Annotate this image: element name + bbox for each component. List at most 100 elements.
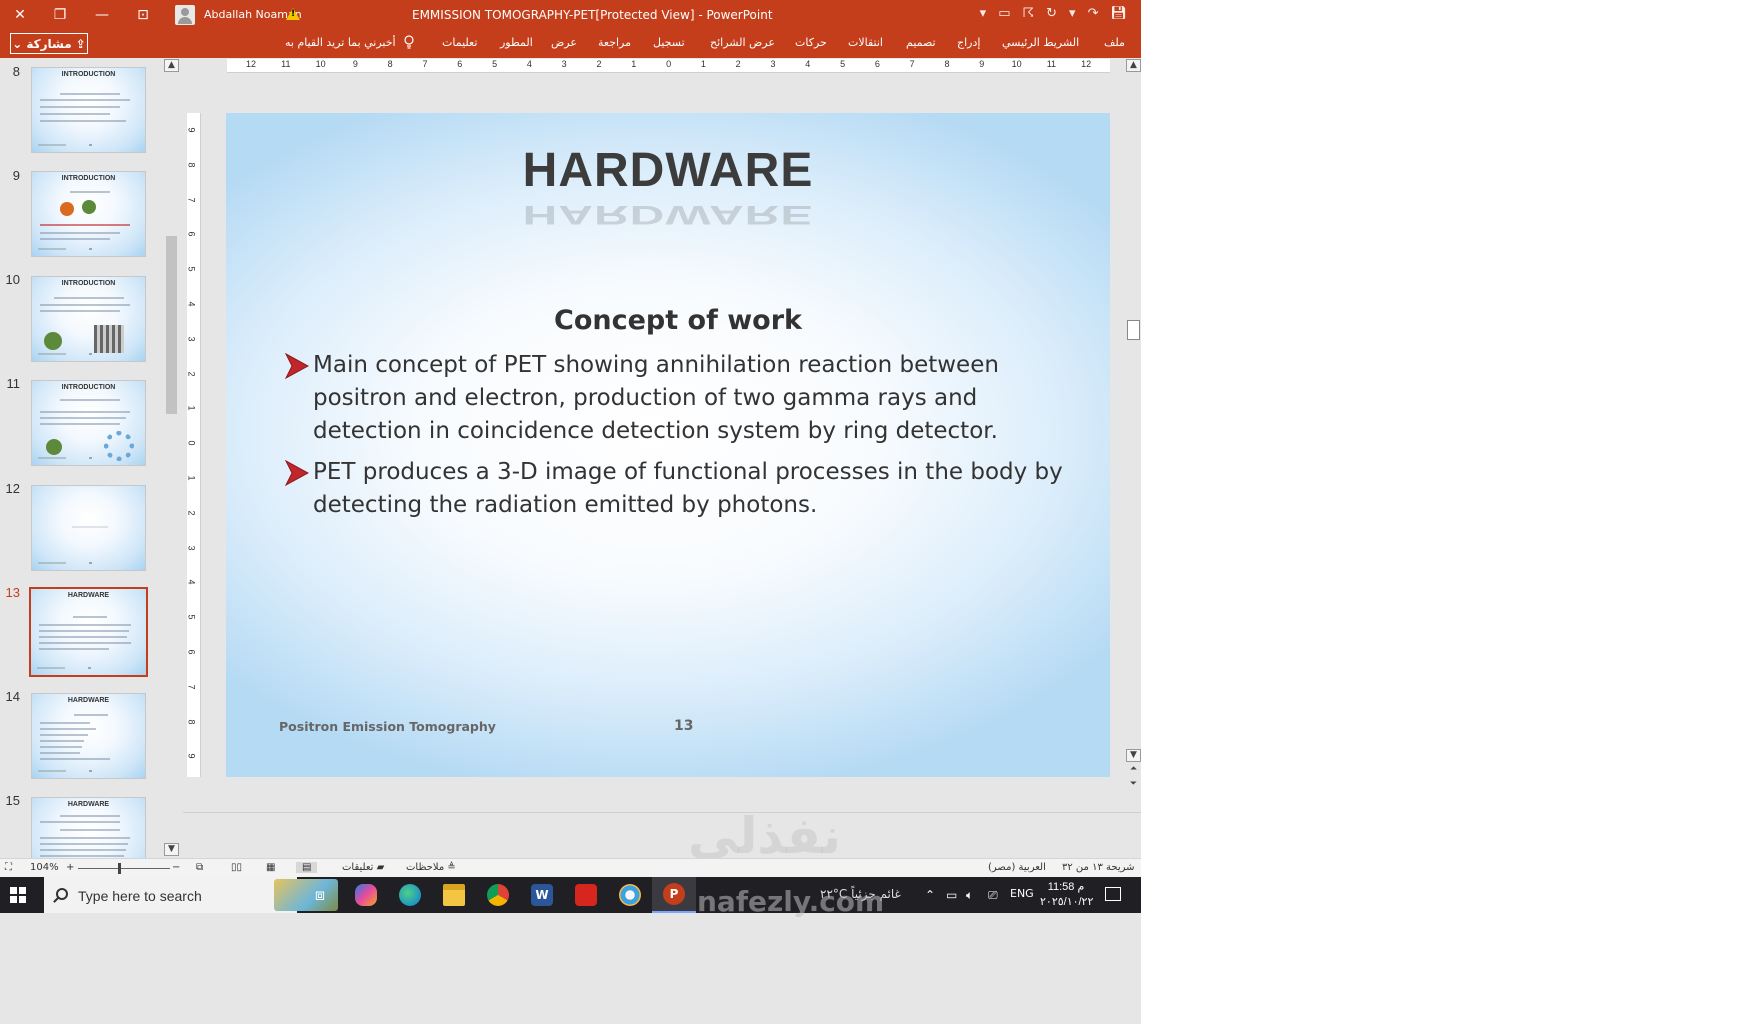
user-avatar-icon[interactable] bbox=[175, 5, 195, 25]
acrobat-button[interactable] bbox=[564, 877, 608, 913]
zoom-slider-thumb[interactable] bbox=[118, 863, 121, 874]
bullet-text: PET produces a 3-D image of functional p… bbox=[313, 459, 1063, 518]
zoom-slider[interactable] bbox=[78, 868, 170, 869]
touch-mode-icon[interactable]: ☈ bbox=[1022, 6, 1034, 21]
slide-title[interactable]: HARDWARE bbox=[226, 143, 1110, 198]
chrome-button[interactable] bbox=[476, 877, 520, 913]
windows-start-icon[interactable] bbox=[10, 887, 26, 903]
tab-file[interactable]: ملف bbox=[1104, 36, 1125, 49]
powerpoint-button[interactable]: P bbox=[652, 877, 696, 913]
slide-thumbnail[interactable]: INTRODUCTION bbox=[31, 380, 146, 466]
tab-record[interactable]: تسجيل bbox=[653, 36, 685, 49]
reading-view-icon[interactable]: ▯▯ bbox=[231, 862, 242, 873]
ruler-label: 4 bbox=[805, 59, 811, 69]
zoom-level[interactable]: 104% bbox=[30, 862, 59, 873]
tab-view[interactable]: عرض bbox=[551, 36, 577, 49]
slide-thumbnail[interactable]: INTRODUCTION bbox=[31, 67, 146, 153]
slide-thumbnail[interactable]: INTRODUCTION bbox=[31, 171, 146, 257]
thumbnail-title: HARDWARE bbox=[67, 697, 110, 704]
slide-subtitle[interactable]: Concept of work bbox=[226, 305, 1110, 336]
network-icon[interactable]: ⎚ bbox=[988, 888, 998, 903]
ruler-label: 5 bbox=[186, 614, 197, 620]
next-slide-icon[interactable]: ⏷ bbox=[1126, 779, 1141, 792]
bullet-item[interactable]: PET produces a 3-D image of functional p… bbox=[285, 456, 1075, 522]
tell-me-search[interactable]: أخبرني بما تريد القيام به bbox=[285, 36, 396, 49]
tab-slideshow[interactable]: عرض الشرائح bbox=[710, 36, 775, 49]
slide-sorter-icon[interactable]: ▦ bbox=[266, 862, 275, 873]
slide-thumbnail[interactable]: HARDWARE bbox=[31, 693, 146, 779]
quick-access-toolbar: ▾ ▭ ☈ ↻ ▾ ↷ 💾︎ bbox=[980, 6, 1127, 21]
thumbnail-scrollbar[interactable]: ▲ ▼ bbox=[164, 58, 179, 858]
task-view-button[interactable]: ⧈ bbox=[298, 877, 342, 913]
close-button[interactable]: ✕ bbox=[0, 0, 40, 30]
language-indicator[interactable]: العربية (مصر) bbox=[988, 862, 1046, 873]
notifications-icon[interactable] bbox=[1105, 887, 1121, 901]
tab-home[interactable]: الشريط الرئيسي bbox=[1002, 36, 1079, 49]
zoom-out-icon[interactable]: − bbox=[172, 862, 180, 873]
input-language[interactable]: ENG bbox=[1010, 887, 1034, 900]
volume-icon[interactable]: 🔈︎ bbox=[966, 888, 973, 903]
tab-design[interactable]: تصميم bbox=[906, 36, 936, 49]
present-icon[interactable]: ▭ bbox=[998, 6, 1010, 21]
clock-time: 11:58 م bbox=[1047, 881, 1085, 893]
minimize-button[interactable]: — bbox=[82, 0, 122, 30]
undo-dropdown-icon[interactable]: ▾ bbox=[1069, 6, 1076, 21]
notes-button[interactable]: ملاحظات ≜ bbox=[406, 862, 456, 873]
ruler-label: 2 bbox=[596, 59, 602, 69]
ruler-label: 6 bbox=[186, 231, 197, 237]
windows-taskbar: Type here to search ⧈ W P ٢٢°C غائم جزئي… bbox=[0, 877, 1141, 913]
save-icon[interactable]: 💾︎ bbox=[1110, 6, 1127, 21]
tab-developer[interactable]: المطور bbox=[500, 36, 533, 49]
clock[interactable]: 11:58 م ٢٠٢٥/١٠/٢٢ bbox=[1040, 880, 1093, 910]
restore-button[interactable]: ❐ bbox=[40, 0, 80, 30]
ruler-label: 6 bbox=[186, 649, 197, 655]
file-explorer-button[interactable] bbox=[432, 877, 476, 913]
tab-animations[interactable]: حركات bbox=[795, 36, 827, 49]
tab-insert[interactable]: إدراج bbox=[957, 36, 980, 49]
ruler-label: 5 bbox=[840, 59, 846, 69]
show-hidden-icons-icon[interactable]: ⌃ bbox=[925, 888, 935, 902]
redo-icon[interactable]: ↷ bbox=[1088, 6, 1099, 21]
ribbon-display-options-button[interactable]: ⊡ bbox=[123, 0, 163, 30]
paint-button[interactable] bbox=[608, 877, 652, 913]
fit-to-window-icon[interactable]: ⛶ bbox=[5, 862, 12, 873]
bullet-item[interactable]: Main concept of PET showing annihilation… bbox=[285, 349, 1075, 448]
slide-thumbnail[interactable] bbox=[31, 485, 146, 571]
normal-view-icon[interactable]: ▤ bbox=[296, 862, 318, 873]
comments-button[interactable]: تعليقات ▰ bbox=[342, 862, 384, 873]
scroll-down-icon[interactable]: ▼ bbox=[1126, 749, 1141, 762]
slide-scrollbar[interactable]: ▲ ▼ ⏶ ⏷ bbox=[1126, 58, 1141, 794]
ruler-label: 7 bbox=[422, 59, 428, 69]
battery-icon[interactable]: ▭ bbox=[946, 888, 957, 902]
warning-icon[interactable] bbox=[286, 8, 300, 20]
thumbnail-number: 11 bbox=[6, 376, 21, 391]
slide-scroll-handle[interactable] bbox=[1127, 320, 1140, 340]
thumbnail-number: 15 bbox=[5, 793, 20, 808]
word-icon: W bbox=[531, 884, 553, 906]
customize-qat-icon[interactable]: ▾ bbox=[980, 6, 987, 21]
scroll-up-icon[interactable]: ▲ bbox=[1126, 59, 1141, 72]
slide-thumbnail[interactable]: INTRODUCTION bbox=[31, 276, 146, 362]
ruler-label: 12 bbox=[1081, 59, 1092, 69]
scroll-down-icon[interactable]: ▼ bbox=[164, 843, 179, 856]
slide-number[interactable]: 13 bbox=[674, 718, 693, 734]
slide-thumbnail-selected[interactable]: HARDWARE bbox=[29, 587, 148, 677]
word-button[interactable]: W bbox=[520, 877, 564, 913]
zoom-in-icon[interactable]: + bbox=[66, 862, 74, 873]
repeat-icon[interactable]: ↻ bbox=[1046, 6, 1057, 21]
previous-slide-icon[interactable]: ⏶ bbox=[1126, 764, 1141, 777]
slide-footer[interactable]: Positron Emission Tomography bbox=[279, 719, 496, 734]
notes-label: ملاحظات bbox=[406, 862, 445, 873]
tab-review[interactable]: مراجعة bbox=[598, 36, 631, 49]
notes-area[interactable] bbox=[183, 812, 1141, 858]
taskbar-search[interactable]: Type here to search bbox=[44, 877, 338, 913]
tab-transitions[interactable]: انتقالات bbox=[848, 36, 883, 49]
slideshow-view-icon[interactable]: ⧉ bbox=[196, 862, 203, 873]
slide-canvas[interactable]: HARDWARE HARDWARE Concept of work Main c… bbox=[226, 113, 1110, 777]
edge-button[interactable] bbox=[388, 877, 432, 913]
thumbnail-scroll-handle[interactable] bbox=[166, 236, 177, 414]
copilot-button[interactable] bbox=[344, 877, 388, 913]
tab-help[interactable]: تعليمات bbox=[442, 36, 477, 49]
share-button[interactable]: ⌄ مشاركة ⇪ bbox=[10, 33, 88, 54]
scroll-up-icon[interactable]: ▲ bbox=[164, 59, 179, 72]
